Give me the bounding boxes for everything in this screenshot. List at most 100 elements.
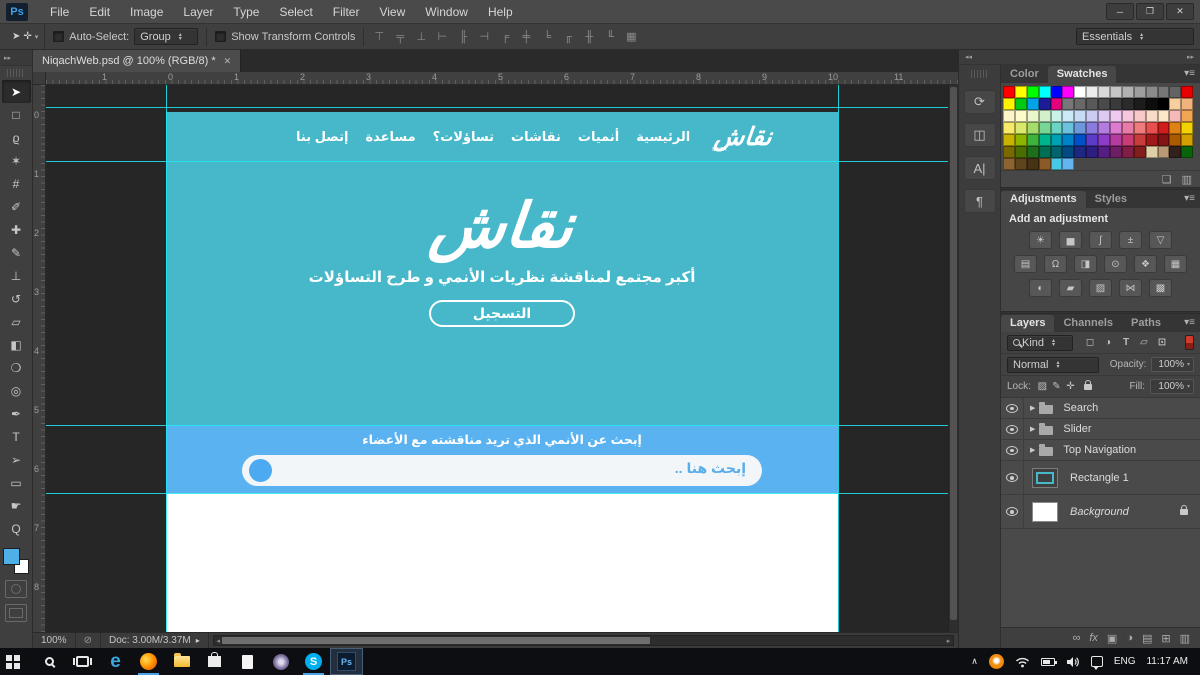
exposure-button[interactable]: ±	[1119, 231, 1142, 249]
tools-collapse-button[interactable]: ▸▸	[0, 50, 32, 66]
color-swatch[interactable]	[1039, 98, 1051, 110]
color-swatch[interactable]	[1086, 134, 1098, 146]
expand-arrow-icon[interactable]: ▶	[1030, 425, 1035, 433]
color-swatch[interactable]	[1122, 86, 1134, 98]
blend-mode-dropdown[interactable]: Normal	[1007, 357, 1099, 373]
color-swatch[interactable]	[1086, 110, 1098, 122]
color-swatch[interactable]	[1003, 110, 1015, 122]
color-swatch[interactable]	[1122, 110, 1134, 122]
color-swatch[interactable]	[1158, 98, 1170, 110]
quick-mask-button[interactable]	[5, 580, 27, 598]
color-swatch[interactable]	[1110, 110, 1122, 122]
horizontal-ruler[interactable]: 10123456789101112	[46, 72, 958, 85]
color-swatch[interactable]	[1122, 122, 1134, 134]
nav-item-الرئيسية[interactable]: الرئيسية	[636, 129, 690, 145]
layer-filter-kind-dropdown[interactable]: Kind	[1007, 335, 1073, 351]
color-swatch[interactable]	[1039, 110, 1051, 122]
eyedropper-tool[interactable]: ✐	[2, 195, 31, 218]
align-bottom-edges-button[interactable]: ⊥	[414, 30, 428, 43]
expand-arrow-icon[interactable]: ▶	[1030, 404, 1035, 412]
move-tool[interactable]: ➤	[2, 80, 31, 103]
color-swatch[interactable]	[1181, 98, 1193, 110]
tray-app-icon[interactable]	[989, 654, 1004, 669]
color-swatch[interactable]	[1146, 98, 1158, 110]
color-swatch[interactable]	[1158, 110, 1170, 122]
vertical-scrollbar-thumb[interactable]	[950, 87, 957, 620]
pen-tool[interactable]: ✒	[2, 402, 31, 425]
color-swatch[interactable]	[1122, 134, 1134, 146]
color-balance-button[interactable]: Ω	[1044, 255, 1067, 273]
brightness-contrast-button[interactable]: ☀	[1029, 231, 1052, 249]
hand-tool[interactable]: ☛	[2, 494, 31, 517]
levels-button[interactable]: ▅	[1059, 231, 1082, 249]
layer-row-slider[interactable]: ▶Slider	[1001, 419, 1200, 440]
color-swatch[interactable]	[1169, 134, 1181, 146]
color-swatch[interactable]	[1039, 122, 1051, 134]
color-swatch[interactable]	[1074, 134, 1086, 146]
gradient-tool[interactable]: ◧	[2, 333, 31, 356]
color-swatch[interactable]	[1169, 110, 1181, 122]
lock-position-button[interactable]: ✛	[1064, 381, 1077, 392]
color-swatch[interactable]	[1110, 146, 1122, 158]
color-swatch[interactable]	[1146, 146, 1158, 158]
color-swatch[interactable]	[1158, 86, 1170, 98]
panel-menu-icon[interactable]: ▾≡	[1184, 317, 1195, 328]
tray-expand-icon[interactable]: ∧	[971, 656, 978, 667]
layer-filter-toggle[interactable]	[1185, 335, 1194, 350]
color-swatch[interactable]	[1134, 146, 1146, 158]
lock-all-button[interactable]	[1084, 384, 1092, 390]
color-swatch[interactable]	[1051, 122, 1063, 134]
color-swatch[interactable]	[1086, 122, 1098, 134]
new-group-button[interactable]: ▤	[1142, 632, 1152, 645]
opacity-value[interactable]: 100%	[1151, 357, 1194, 372]
color-swatch[interactable]	[1134, 134, 1146, 146]
layer-row-search[interactable]: ▶Search	[1001, 398, 1200, 419]
task-view-button[interactable]	[66, 648, 99, 675]
color-swatch[interactable]	[1051, 86, 1063, 98]
menu-layer[interactable]: Layer	[173, 2, 223, 22]
photoshop-taskbar[interactable]: Ps	[330, 648, 363, 675]
color-swatch[interactable]	[1015, 110, 1027, 122]
color-swatch[interactable]	[1027, 86, 1039, 98]
color-swatch[interactable]	[1062, 146, 1074, 158]
nav-item-إتصل-بنا[interactable]: إتصل بنا	[296, 129, 348, 145]
distribute-vertical-centers-button[interactable]: ╪	[519, 31, 533, 43]
vibrance-button[interactable]: ▽	[1149, 231, 1172, 249]
color-swatch[interactable]	[1098, 110, 1110, 122]
color-swatch[interactable]	[1015, 134, 1027, 146]
color-swatch[interactable]	[1051, 98, 1063, 110]
color-swatch[interactable]	[1074, 122, 1086, 134]
nav-item-تساؤلات؟[interactable]: تساؤلات؟	[433, 129, 494, 145]
color-swatch[interactable]	[1027, 122, 1039, 134]
menu-view[interactable]: View	[369, 2, 415, 22]
selective-color-button[interactable]: ⋈	[1119, 279, 1142, 297]
align-horizontal-centers-button[interactable]: ╟	[456, 31, 470, 43]
browser-app[interactable]	[264, 648, 297, 675]
dodge-tool[interactable]: ◎	[2, 379, 31, 402]
document-size-info[interactable]: Doc: 3.00M/3.37M ▸	[101, 633, 209, 648]
link-layers-button[interactable]: ∞	[1073, 632, 1081, 644]
window-minimize-button[interactable]: ─	[1106, 3, 1134, 20]
file-explorer[interactable]	[165, 648, 198, 675]
color-swatch[interactable]	[1039, 134, 1051, 146]
color-swatch[interactable]	[1169, 122, 1181, 134]
color-swatch[interactable]	[1181, 146, 1193, 158]
layers-tab-paths[interactable]: Paths	[1122, 315, 1170, 332]
color-swatch[interactable]	[1158, 122, 1170, 134]
color-swatch[interactable]	[1039, 158, 1051, 170]
color-swatch[interactable]	[1062, 122, 1074, 134]
color-swatch[interactable]	[1098, 98, 1110, 110]
color-swatch[interactable]	[1146, 86, 1158, 98]
wifi-icon[interactable]	[1015, 656, 1030, 668]
color-swatch[interactable]	[1110, 98, 1122, 110]
screen-mode-button[interactable]	[5, 604, 27, 622]
auto-align-layers-button[interactable]: ▦	[624, 30, 638, 43]
workspace-switcher[interactable]: Essentials	[1076, 28, 1194, 45]
nav-item-أنميات[interactable]: أنميات	[578, 129, 619, 145]
panel-menu-icon[interactable]: ▾≡	[1184, 68, 1195, 79]
color-swatch[interactable]	[1122, 146, 1134, 158]
align-right-edges-button[interactable]: ⊣	[477, 30, 491, 43]
color-swatch[interactable]	[1110, 86, 1122, 98]
swatches-tab-color[interactable]: Color	[1001, 66, 1048, 83]
color-swatch[interactable]	[1134, 122, 1146, 134]
